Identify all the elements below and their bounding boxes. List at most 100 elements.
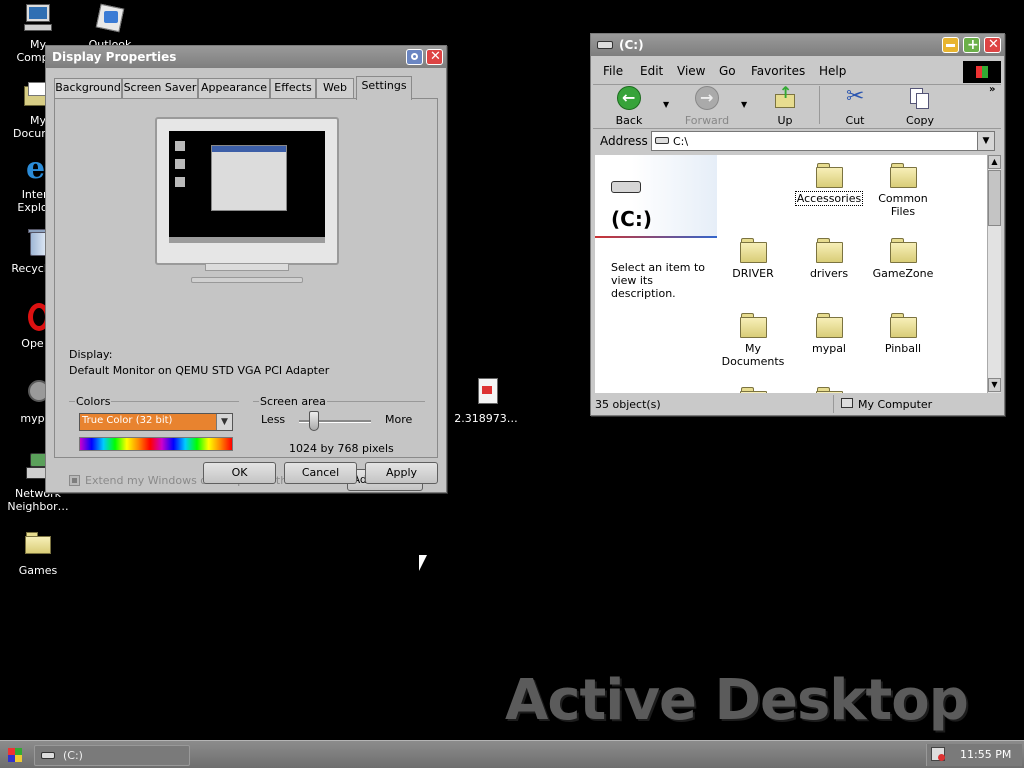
windows-logo-icon [963,61,1001,83]
tray-icon[interactable] [931,747,945,761]
address-label: Address [600,134,648,148]
folder-icon [815,385,843,393]
close-button[interactable]: ✕ [984,37,1001,53]
resolution-slider-thumb[interactable] [309,411,319,431]
folder-label: Pinball [884,342,922,355]
desktop-icon-outlook[interactable]: Outlook [74,2,146,51]
help-icon [411,53,418,60]
toolbar-overflow-icon[interactable]: » [989,84,995,95]
folder-icon [815,236,843,263]
address-field[interactable]: C:\ ▼ [651,131,995,151]
copy-icon [908,86,932,110]
tab-web[interactable]: Web [316,78,354,98]
color-spectrum-bar [79,437,233,451]
folder-item-partial[interactable] [793,385,865,393]
screen-area-label: Screen area [259,395,327,408]
display-properties-window: Display Properties ✕ Background Screen S… [45,45,447,493]
clock[interactable]: 11:55 PM [960,748,1011,761]
display-value: Default Monitor on QEMU STD VGA PCI Adap… [69,364,330,377]
cut-button[interactable]: ✂ Cut [825,84,885,127]
tab-settings[interactable]: Settings [356,76,412,100]
folder-label: My Documents [721,342,785,368]
start-button[interactable] [4,745,26,765]
desktop-icon-file[interactable]: 2.318973… [450,376,522,425]
apply-button[interactable]: Apply [365,462,438,484]
close-button[interactable]: ✕ [426,49,443,65]
menu-edit[interactable]: Edit [640,64,663,78]
help-button[interactable] [406,49,423,65]
tab-background[interactable]: Background [54,78,122,98]
scroll-up-button[interactable]: ▲ [988,155,1001,169]
ok-button[interactable]: OK [203,462,276,484]
menu-favorites[interactable]: Favorites [751,64,805,78]
menu-file[interactable]: File [603,64,623,78]
folder-item[interactable]: GameZone [867,236,939,280]
folder-item[interactable]: Accessories [793,161,865,206]
folder-icon [889,311,917,338]
back-dropdown-icon[interactable]: ▼ [663,100,669,109]
mouse-cursor-icon [419,555,427,571]
tab-effects[interactable]: Effects [270,78,316,98]
folder-item-partial[interactable] [717,385,789,393]
drive-heading: (C:) [611,207,652,231]
extend-desktop-checkbox[interactable] [69,475,80,486]
active-desktop-watermark: Active Desktop [505,668,969,733]
folder-item[interactable]: DRIVER [717,236,789,280]
folder-label: Common Files [878,192,928,218]
minimize-button[interactable] [942,37,959,53]
menu-help[interactable]: Help [819,64,846,78]
drive-icon [655,137,669,144]
address-value: C:\ [673,135,689,148]
folder-icon [815,311,843,338]
folder-icon [739,236,767,263]
computer-icon [22,2,54,34]
chevron-down-icon[interactable]: ▼ [977,132,994,150]
folder-item[interactable]: Common Files [867,161,939,218]
up-button[interactable]: ↑ Up [755,83,815,127]
display-label: Display: [69,348,113,361]
folder-item[interactable]: Pinball [867,311,939,355]
folder-item[interactable]: mypal [793,311,865,355]
folder-item[interactable]: My Documents [717,311,789,368]
folder-label: drivers [809,267,849,280]
back-button[interactable]: ← Back [599,86,659,127]
drive-icon [597,41,613,49]
back-arrow-icon: ← [617,86,641,110]
menu-view[interactable]: View [677,64,705,78]
desktop-icon-games[interactable]: Games [2,528,74,577]
forward-button[interactable]: → Forward [677,86,737,127]
colors-dropdown[interactable]: True Color (32 bit) ▼ [79,413,233,431]
up-folder-icon: ↑ [773,83,797,110]
copy-button[interactable]: Copy [890,86,950,127]
taskbar-task-explorer[interactable]: (C:) [34,745,190,766]
close-icon: ✕ [988,37,999,52]
monitor-preview [155,117,339,283]
chevron-down-icon[interactable]: ▼ [216,414,232,430]
tab-appearance[interactable]: Appearance [198,78,270,98]
scroll-down-button[interactable]: ▼ [988,378,1001,392]
less-label: Less [261,413,286,426]
status-zone: My Computer [858,398,933,411]
display-properties-titlebar[interactable]: Display Properties ✕ [46,46,446,68]
desktop-icon-label: 2.318973… [454,412,518,425]
folder-item[interactable]: drivers [793,236,865,280]
desktop-icon-label: Games [18,564,58,577]
maximize-button[interactable]: + [963,37,980,53]
window-title: (C:) [619,38,644,52]
forward-dropdown-icon[interactable]: ▼ [741,100,747,109]
document-icon [470,376,502,408]
menu-go[interactable]: Go [719,64,736,78]
minimize-icon [946,44,955,47]
cancel-button[interactable]: Cancel [284,462,357,484]
explorer-window: (C:) + ✕ File Edit View Go Favorites Hel… [590,33,1005,416]
system-tray: 11:55 PM [926,744,1022,766]
tab-screen-saver[interactable]: Screen Saver [122,78,198,98]
close-icon: ✕ [430,49,441,64]
explorer-titlebar[interactable]: (C:) + ✕ [591,34,1004,56]
drive-icon [611,181,641,193]
scroll-thumb[interactable] [988,170,1001,226]
outlook-icon [94,2,126,34]
folder-icon [22,528,54,560]
screen-area-value: 1024 by 768 pixels [289,442,394,455]
vertical-scrollbar[interactable]: ▲ ▼ [987,155,1001,393]
